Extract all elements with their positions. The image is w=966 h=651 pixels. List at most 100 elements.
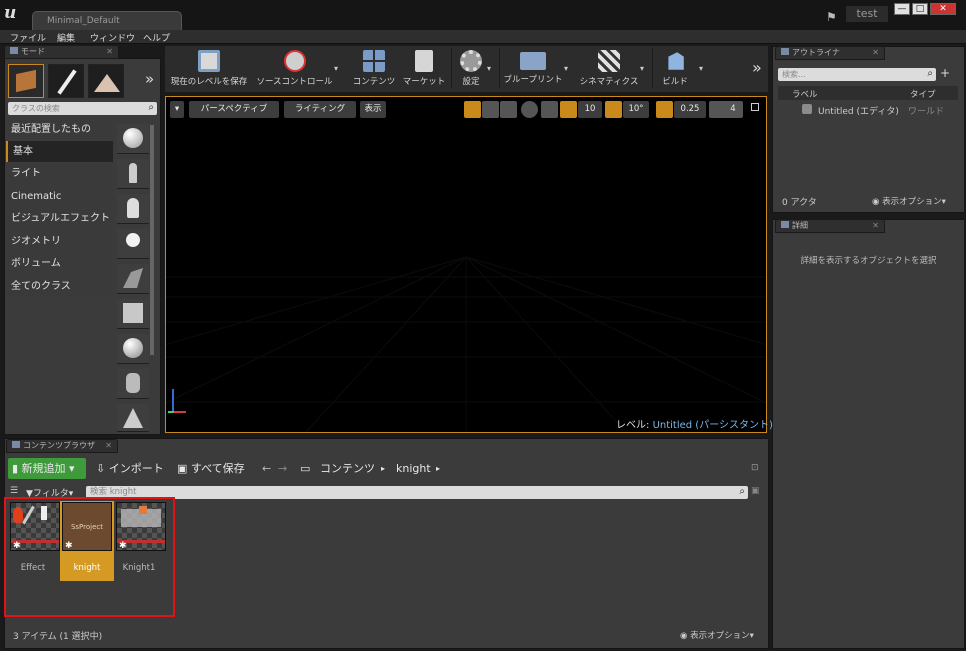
add-new-button[interactable]: ▮ 新規追加 ▾ [8,458,86,479]
source-control-dropdown[interactable]: ▾ [334,64,338,73]
grid-snap-icon[interactable] [560,101,577,118]
outliner-view-options[interactable]: ◉ 表示オプション▾ [872,195,946,207]
source-control-button[interactable]: ソースコントロール [255,47,334,91]
save-all-button[interactable]: ▣ すべて保存 [177,458,245,479]
actor-thumb-cone[interactable] [117,404,149,432]
lock-icon[interactable]: ⊡ [751,463,759,473]
asset-thumb-effect[interactable]: ✱ [10,502,60,551]
build-button[interactable]: ビルド [655,47,695,91]
asset-thumb-knight1[interactable]: ✱ [116,502,166,551]
actor-thumb-character[interactable] [117,159,149,189]
asset-name-knight1[interactable]: Knight1 [114,563,164,573]
import-button[interactable]: ⇩ インポート [96,458,164,479]
add-actor-icon[interactable]: + [940,66,950,80]
sources-toggle-icon[interactable]: ☰ [10,486,18,496]
category-basic[interactable]: 基本 [6,141,113,162]
build-dropdown[interactable]: ▾ [699,64,703,73]
save-level-button[interactable]: 現在のレベルを保存 [168,47,250,91]
blueprints-dropdown[interactable]: ▾ [564,64,568,73]
rotation-snap-value[interactable]: 10° [623,101,649,118]
menu-file[interactable]: ファイル [10,31,46,44]
minimize-button[interactable]: — [894,3,910,15]
actor-thumb-pawn[interactable] [117,194,149,224]
details-tab[interactable]: 詳細 ✕ [775,219,885,233]
place-mode-button[interactable] [8,64,44,98]
forward-icon[interactable]: → [278,458,287,479]
actor-thumb-empty[interactable] [117,124,149,154]
viewport-options-button[interactable]: ▾ [170,101,184,118]
show-button[interactable]: 表示 [360,101,386,118]
actor-thumb-cylinder[interactable] [117,369,149,399]
close-icon[interactable]: ✕ [872,220,879,232]
scale-snap-value[interactable]: 0.25 [674,101,706,118]
scale-tool-icon[interactable] [500,101,517,118]
blueprint-icon [520,52,546,70]
document-tab[interactable]: Minimal_Default [32,11,182,31]
outliner-row-name[interactable]: Untitled (エディタ) [818,104,899,117]
close-button[interactable]: ✕ [930,3,956,15]
outliner-tab[interactable]: アウトライナ ✕ [775,46,885,60]
column-label[interactable]: ラベル [792,88,818,100]
close-icon[interactable]: ✕ [106,46,113,58]
toolbar-separator [499,48,500,88]
actor-thumb-sphere[interactable] [117,334,149,364]
world-local-icon[interactable] [521,101,538,118]
surface-snap-icon[interactable] [541,101,558,118]
rotation-snap-icon[interactable] [605,101,622,118]
unreal-logo-icon[interactable]: u [4,3,24,25]
menu-edit[interactable]: 編集 [57,31,75,44]
close-icon[interactable]: ✕ [105,440,112,452]
more-modes-icon[interactable]: » [145,70,154,88]
actor-thumb-light[interactable] [117,229,149,259]
rotate-tool-icon[interactable] [482,101,499,118]
lighting-button[interactable]: ライティング [284,101,356,118]
category-lights[interactable]: ライト [6,163,113,184]
grid-size-value[interactable]: 10 [578,101,602,118]
cinematics-dropdown[interactable]: ▾ [640,64,644,73]
category-all-classes[interactable]: 全てのクラス [6,276,113,297]
asset-thumb-knight[interactable]: SsProject ✱ [62,502,112,551]
cinematics-button[interactable]: シネマティクス [578,47,640,91]
actor-thumb-cube[interactable] [117,299,149,329]
content-view-options[interactable]: ◉ 表示オプション▾ [680,629,754,641]
marketplace-button[interactable]: マーケット [401,47,447,91]
path-root[interactable]: コンテンツ [320,458,375,479]
settings-dropdown[interactable]: ▾ [487,64,491,73]
category-cinematic[interactable]: Cinematic [6,186,113,207]
maximize-viewport-icon[interactable] [751,103,759,111]
class-search-input[interactable]: クラスの検索 ⌕ [8,102,157,115]
menu-help[interactable]: ヘルプ [143,31,170,44]
column-type[interactable]: タイプ [910,88,936,100]
outliner-search-input[interactable]: 検索... ⌕ [778,68,936,81]
asset-name-effect[interactable]: Effect [8,563,58,573]
import-icon: ⇩ [96,462,109,475]
close-icon[interactable]: ✕ [872,47,879,59]
camera-speed-button[interactable]: 4 [709,101,743,118]
back-icon[interactable]: ← [262,458,271,479]
scrollbar[interactable] [150,125,154,355]
toolbar-more-icon[interactable]: » [752,58,762,77]
asset-search-input[interactable]: 検索 knight ⌕ [86,486,748,499]
menu-window[interactable]: ウィンドウ [90,31,135,44]
blueprints-button[interactable]: ブループリント [502,47,564,91]
path-folder[interactable]: knight [396,458,431,479]
content-button[interactable]: コンテンツ [351,47,397,91]
actor-thumb-player-start[interactable] [117,264,149,294]
content-browser-tab[interactable]: コンテンツブラウザ ✕ [6,439,118,453]
scale-snap-icon[interactable] [656,101,673,118]
maximize-button[interactable]: □ [912,3,928,15]
category-recent[interactable]: 最近配置したもの [6,119,113,140]
level-viewport[interactable] [165,96,767,433]
category-volumes[interactable]: ボリューム [6,253,113,274]
paint-mode-button[interactable] [48,64,84,98]
category-visual-effects[interactable]: ビジュアルエフェクト [6,208,113,229]
category-geometry[interactable]: ジオメトリ [6,231,113,252]
perspective-button[interactable]: パースペクティブ [189,101,279,118]
modes-tab[interactable]: モード ✕ [4,45,119,59]
asset-name-knight[interactable]: knight [62,563,112,573]
save-search-icon[interactable]: ▣ [751,486,760,496]
translate-tool-icon[interactable] [464,101,481,118]
settings-button[interactable]: 設定 [455,47,487,91]
landscape-mode-button[interactable] [88,64,124,98]
source-control-icon [283,50,306,72]
